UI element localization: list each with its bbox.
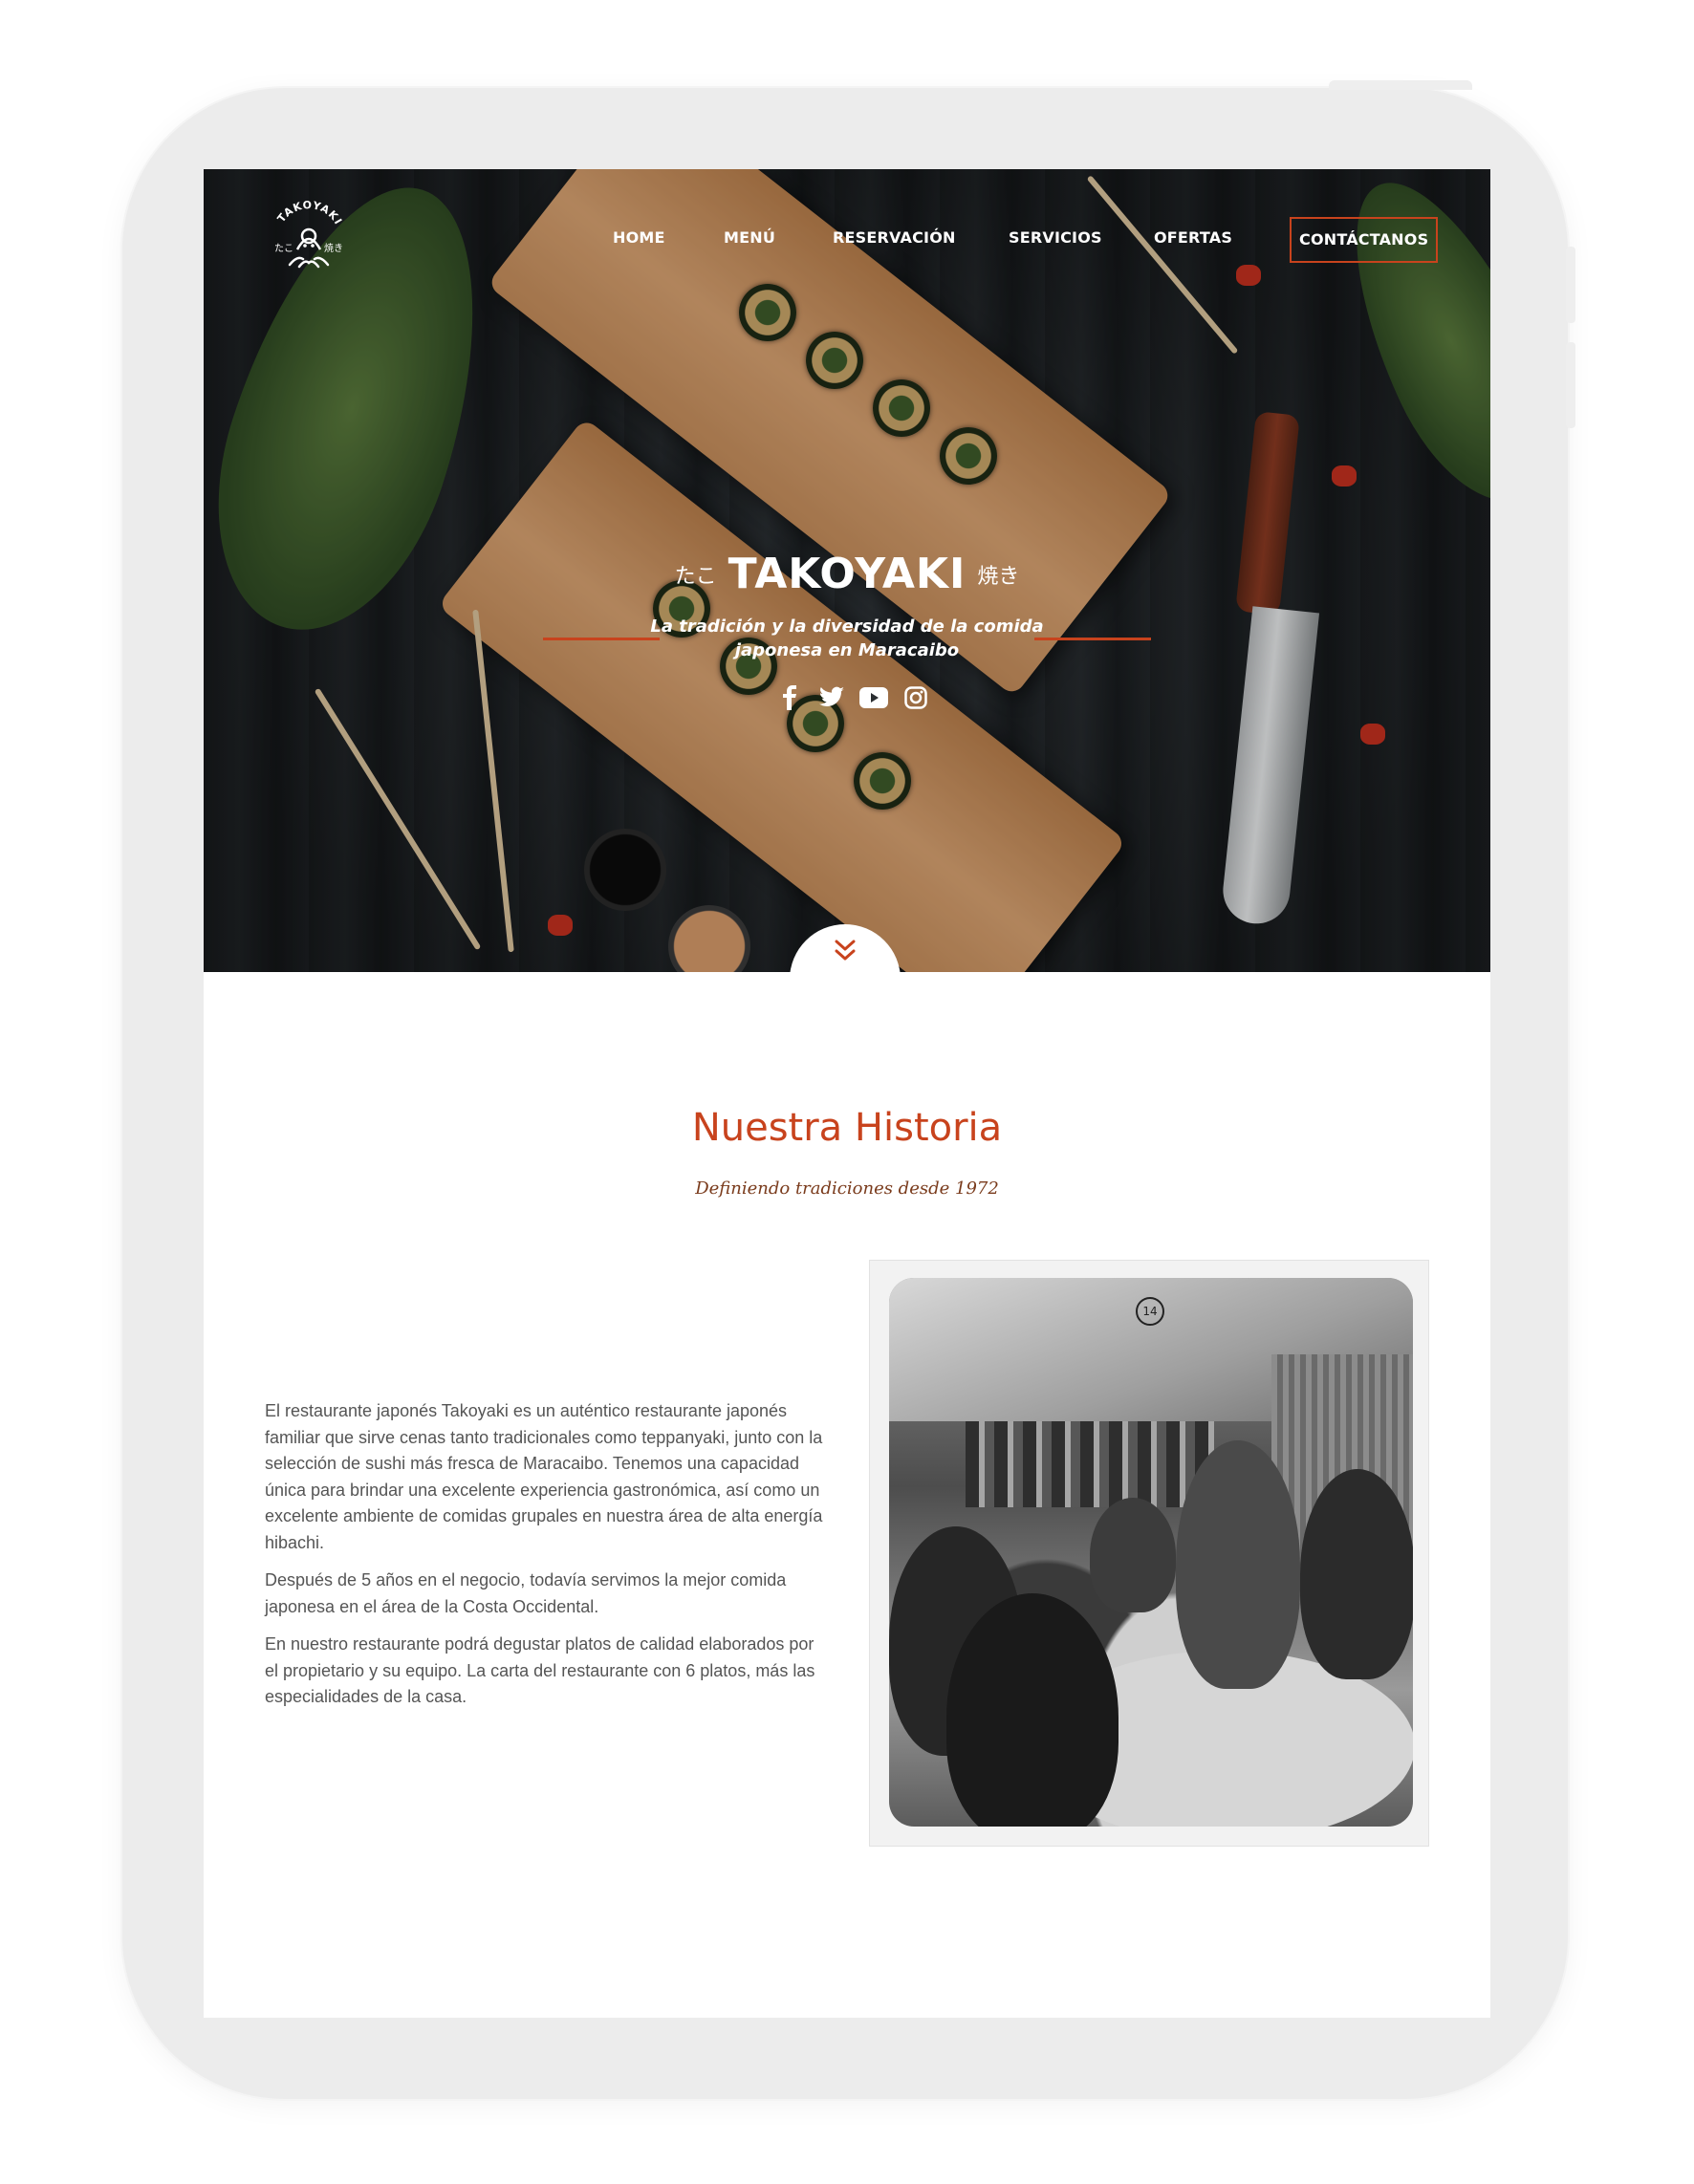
tablet-volume-up-button xyxy=(1566,247,1575,323)
hero-title: TAKOYAKI xyxy=(728,550,966,598)
hero-brand: たこ TAKOYAKI 焼き xyxy=(204,550,1490,598)
facebook-icon[interactable] xyxy=(775,683,804,712)
history-photo: 14 xyxy=(870,1261,1428,1846)
nav-item-menu[interactable]: MENÚ xyxy=(724,217,775,259)
logo-kanji: 焼き xyxy=(324,243,343,254)
nav-item-ofertas[interactable]: OFERTAS xyxy=(1154,217,1232,259)
nav-item-contactanos[interactable]: CONTÁCTANOS xyxy=(1290,217,1439,263)
photo-person xyxy=(1300,1469,1413,1679)
logo-text: TAKOYAKI xyxy=(275,199,344,227)
history-paragraph: En nuestro restaurante podrá degustar pl… xyxy=(265,1634,815,1706)
history-title: Nuestra Historia xyxy=(691,1106,1003,1150)
nav-item-reservacion[interactable]: RESERVACIÓN xyxy=(833,217,956,259)
hero-tagline-line1: La tradición y la diversidad de la comid… xyxy=(650,616,1044,637)
youtube-icon[interactable] xyxy=(859,683,888,712)
hero-section: TAKOYAKI たこ 焼き HOME MENÚ RESERVACIÓN SER… xyxy=(204,169,1490,972)
social-links xyxy=(775,681,930,714)
history-subtitle: Definiendo tradiciones desde 1972 xyxy=(695,1178,999,1199)
nav-item-servicios[interactable]: SERVICIOS xyxy=(1009,217,1102,259)
history-paragraph: El restaurante japonés Takoyaki es un au… xyxy=(265,1401,823,1552)
tablet-power-button xyxy=(1329,80,1472,90)
photo-person xyxy=(946,1593,1118,1827)
hero-tagline: La tradición y la diversidad de la comid… xyxy=(204,615,1490,662)
nav-item-home[interactable]: HOME xyxy=(613,217,665,259)
double-chevron-down-icon xyxy=(835,940,856,961)
tablet-volume-down-button xyxy=(1566,342,1575,428)
vintage-restaurant-photo: 14 xyxy=(889,1278,1413,1827)
history-text: El restaurante japonés Takoyaki es un au… xyxy=(265,1398,829,1722)
photo-person xyxy=(1090,1498,1176,1612)
hero-tagline-line2: japonesa en Maracaibo xyxy=(734,640,960,660)
takoyaki-logo[interactable]: TAKOYAKI たこ 焼き xyxy=(261,190,357,286)
logo-kana: たこ xyxy=(274,243,293,254)
photo-bottle-shelf xyxy=(966,1421,1214,1507)
instagram-icon[interactable] xyxy=(901,683,930,712)
tablet-screen: TAKOYAKI たこ 焼き HOME MENÚ RESERVACIÓN SER… xyxy=(204,169,1490,2018)
photo-person xyxy=(1176,1440,1300,1689)
history-paragraph: Después de 5 años en el negocio, todavía… xyxy=(265,1570,787,1616)
svg-text:TAKOYAKI: TAKOYAKI xyxy=(275,199,345,227)
hero-kanji: 焼き xyxy=(977,564,1020,589)
photo-number: 14 xyxy=(1136,1297,1164,1326)
twitter-icon[interactable] xyxy=(817,683,846,712)
hero-kana: たこ xyxy=(674,564,717,589)
